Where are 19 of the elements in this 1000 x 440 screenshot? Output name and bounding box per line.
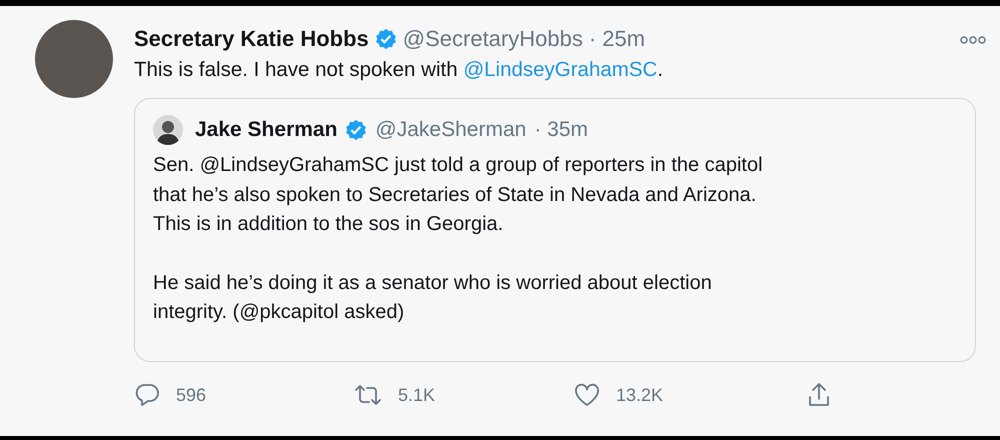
author-name[interactable]: Secretary Katie Hobbs (134, 26, 369, 52)
mention-link[interactable]: @LindseyGrahamSC (463, 58, 658, 81)
action-count: 13.2K (616, 384, 664, 406)
avatar-silhouette-icon (153, 115, 183, 145)
tweet-time: · 25m (588, 26, 646, 52)
action-count: 596 (176, 384, 206, 406)
author-handle[interactable]: @SecretaryHobbs (402, 26, 583, 52)
quoted-tweet-card[interactable] (134, 98, 976, 362)
quoted-author-name[interactable]: Jake Sherman (195, 118, 338, 142)
retweet-icon[interactable] (354, 384, 382, 406)
quoted-tweet-paragraph: Sen. @LindseyGrahamSC just told a group of reporters in the capitol that he’s also spoken to Secretaries of State in Nevada and Arizona. This is in addition to the sos in Georgia. (153, 153, 764, 237)
tweet-text: This is false. I have not spoken with @LindseyGrahamSC. (134, 57, 664, 83)
share-icon[interactable] (807, 382, 831, 408)
heart-icon[interactable] (574, 383, 600, 407)
quoted-author-handle[interactable]: @JakeSherman (375, 118, 526, 142)
speech-bubble-icon[interactable] (134, 383, 160, 407)
quoted-tweet-time: · 35m (534, 118, 588, 142)
action-count: 5.1K (398, 384, 436, 406)
quoted-tweet-paragraph: He said he’s doing it as a senator who is worried about election integrity. (@pkcapitol asked) (153, 270, 713, 325)
